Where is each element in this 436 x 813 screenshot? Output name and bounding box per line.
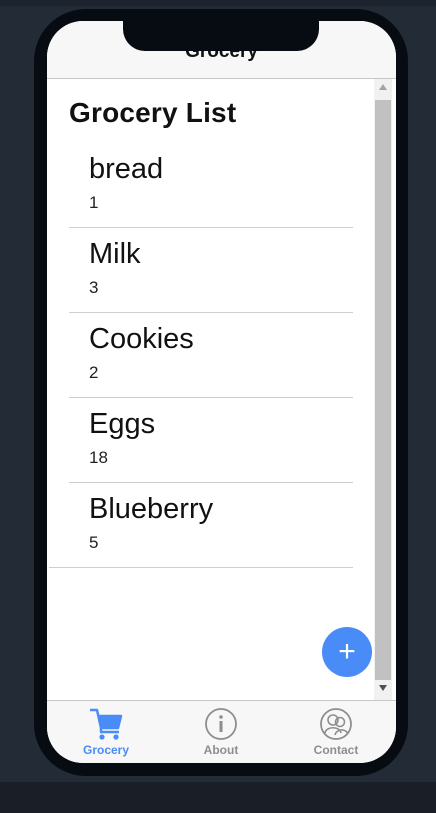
contact-icon — [320, 708, 352, 740]
item-quantity: 5 — [89, 533, 99, 552]
top-edge — [0, 0, 436, 6]
info-icon — [205, 708, 237, 740]
tab-label: About — [203, 743, 239, 757]
scroll-up-arrow-icon[interactable] — [379, 84, 387, 90]
tab-bar: Grocery About Contact — [47, 700, 396, 763]
item-quantity: 1 — [89, 193, 99, 212]
item-name: bread — [89, 153, 164, 185]
scrollbar-thumb[interactable] — [375, 100, 391, 680]
list-item[interactable]: Milk 3 — [69, 228, 353, 313]
item-quantity: 3 — [89, 278, 99, 297]
tab-about[interactable]: About — [166, 707, 276, 761]
phone-notch — [123, 18, 319, 51]
item-name: Cookies — [89, 323, 194, 355]
scrollbar[interactable] — [374, 79, 392, 700]
list-item[interactable]: Eggs 18 — [69, 398, 353, 483]
item-quantity: 2 — [89, 363, 99, 382]
item-name: Milk — [89, 238, 141, 270]
plus-icon: + — [338, 635, 356, 668]
tab-contact[interactable]: Contact — [281, 707, 391, 761]
grocery-list: bread 1 Milk 3 Cookies 2 Eggs 18 Blueber… — [49, 143, 353, 568]
tab-label: Contact — [313, 743, 359, 757]
list-item[interactable]: Blueberry 5 — [49, 483, 353, 568]
bottom-edge — [0, 782, 436, 813]
scroll-down-arrow-icon[interactable] — [379, 685, 387, 691]
add-item-button[interactable]: + — [322, 627, 372, 677]
tab-grocery[interactable]: Grocery — [51, 707, 161, 761]
app-screen: Grocery Grocery List bread 1 Milk 3 Cook… — [47, 21, 396, 763]
cart-icon — [90, 708, 123, 740]
item-name: Blueberry — [89, 493, 214, 525]
list-item[interactable]: Cookies 2 — [69, 313, 353, 398]
main-content: Grocery List bread 1 Milk 3 Cookies 2 Eg… — [47, 79, 374, 700]
item-quantity: 18 — [89, 448, 108, 467]
page-title: Grocery List — [69, 97, 237, 128]
tab-label: Grocery — [82, 743, 130, 757]
item-name: Eggs — [89, 408, 156, 440]
list-item[interactable]: bread 1 — [69, 143, 353, 228]
